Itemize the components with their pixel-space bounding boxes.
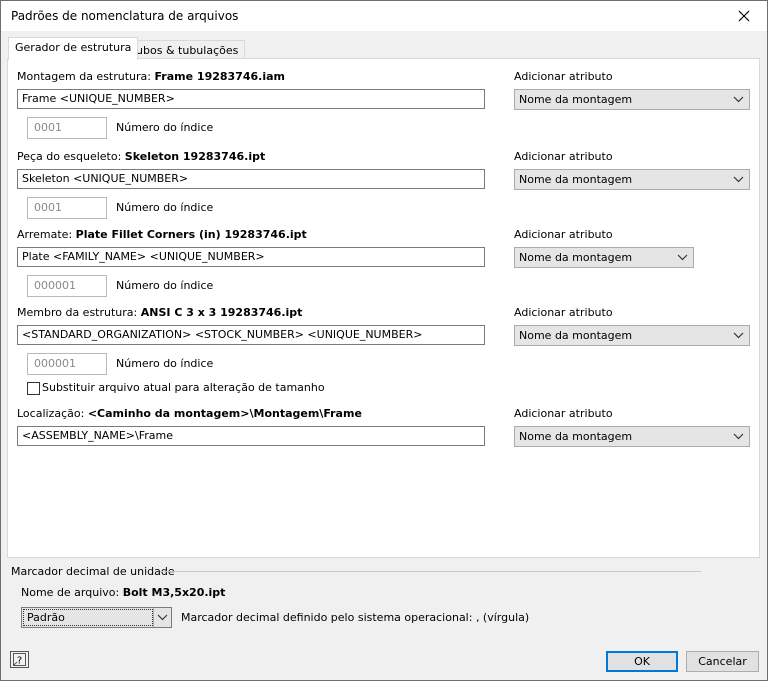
skeleton-part-label: Peça do esqueleto: Skeleton 19283746.ipt — [17, 150, 265, 163]
field-preview: ANSI C 3 x 3 19283746.ipt — [140, 306, 303, 319]
add-attribute-label: Adicionar atributo — [514, 228, 613, 241]
location-attribute-select[interactable]: Nome da montagem — [514, 426, 750, 447]
add-attribute-label: Adicionar atributo — [514, 407, 613, 420]
field-label: Arremate: — [17, 228, 73, 241]
chevron-down-icon — [733, 332, 744, 339]
ok-button[interactable]: OK — [606, 651, 678, 672]
chevron-down-icon — [677, 254, 688, 261]
location-pattern-input[interactable]: <ASSEMBLY_NAME>\Frame — [17, 426, 485, 446]
trim-attribute-select[interactable]: Nome da montagem — [514, 247, 694, 268]
svg-text:?: ? — [17, 656, 22, 667]
frame-member-pattern-input[interactable]: <STANDARD_ORGANIZATION> <STOCK_NUMBER> <… — [17, 325, 485, 345]
chevron-down-icon — [157, 614, 168, 621]
skeleton-part-attribute-select[interactable]: Nome da montagem — [514, 169, 750, 190]
tab-gerador-de-estrutura[interactable]: Gerador de estrutura — [8, 37, 139, 60]
decimal-filename-label: Nome de arquivo: Bolt M3,5x20.ipt — [21, 586, 225, 599]
decimal-marker-group-label: Marcador decimal de unidade — [11, 565, 175, 578]
frame-member-label: Membro da estrutura: ANSI C 3 x 3 192837… — [17, 306, 302, 319]
frame-assembly-attribute-select[interactable]: Nome da montagem — [514, 89, 750, 110]
index-label: Número do índice — [116, 201, 214, 214]
field-preview: Bolt M3,5x20.ipt — [122, 586, 226, 599]
index-label: Número do índice — [116, 121, 214, 134]
close-button[interactable] — [721, 1, 767, 31]
chevron-down-icon — [733, 96, 744, 103]
location-label: Localização: <Caminho da montagem>\Monta… — [17, 407, 362, 420]
skeleton-part-index-input[interactable]: 0001 — [27, 197, 107, 219]
dropdown-button[interactable] — [153, 608, 171, 627]
select-value: Nome da montagem — [519, 251, 633, 264]
field-label: Nome de arquivo: — [21, 586, 120, 599]
group-divider — [160, 571, 701, 572]
title-bar: Padrões de nomenclatura de arquivos — [1, 1, 767, 31]
field-label: Membro da estrutura: — [17, 306, 138, 319]
field-preview: <Caminho da montagem>\Montagem\Frame — [87, 407, 362, 420]
field-preview: Frame 19283746.iam — [154, 70, 285, 83]
decimal-marker-select[interactable]: Padrão — [21, 607, 172, 628]
add-attribute-label: Adicionar atributo — [514, 70, 613, 83]
decimal-marker-info: Marcador decimal definido pelo sistema o… — [181, 611, 530, 624]
add-attribute-label: Adicionar atributo — [514, 150, 613, 163]
help-icon: ? — [13, 653, 26, 666]
field-preview: Skeleton 19283746.ipt — [124, 150, 266, 163]
trim-index-input[interactable]: 000001 — [27, 275, 107, 297]
frame-assembly-index-input[interactable]: 0001 — [27, 117, 107, 139]
skeleton-part-pattern-input[interactable]: Skeleton <UNIQUE_NUMBER> — [17, 169, 485, 189]
frame-member-index-input[interactable]: 000001 — [27, 353, 107, 375]
field-label: Localização: — [17, 407, 85, 420]
trim-label: Arremate: Plate Fillet Corners (in) 1928… — [17, 228, 307, 241]
trim-pattern-input[interactable]: Plate <FAMILY_NAME> <UNIQUE_NUMBER> — [17, 247, 485, 267]
select-value: Nome da montagem — [519, 430, 633, 443]
replace-file-checkbox-label[interactable]: Substituir arquivo atual para alteração … — [42, 381, 325, 394]
replace-file-checkbox[interactable] — [27, 382, 40, 395]
index-label: Número do índice — [116, 357, 214, 370]
chevron-down-icon — [733, 176, 744, 183]
frame-assembly-pattern-input[interactable]: Frame <UNIQUE_NUMBER> — [17, 89, 485, 109]
add-attribute-label: Adicionar atributo — [514, 306, 613, 319]
frame-assembly-label: Montagem da estrutura: Frame 19283746.ia… — [17, 70, 285, 83]
field-preview: Plate Fillet Corners (in) 19283746.ipt — [75, 228, 307, 241]
frame-member-attribute-select[interactable]: Nome da montagem — [514, 325, 750, 346]
field-label: Peça do esqueleto: — [17, 150, 122, 163]
select-value: Padrão — [27, 611, 65, 624]
cancel-button[interactable]: Cancelar — [686, 651, 759, 672]
field-label: Montagem da estrutura: — [17, 70, 151, 83]
select-value: Nome da montagem — [519, 173, 633, 186]
chevron-down-icon — [733, 433, 744, 440]
help-button[interactable]: ? — [10, 651, 29, 668]
index-label: Número do índice — [116, 279, 214, 292]
dialog-title: Padrões de nomenclatura de arquivos — [11, 9, 239, 23]
select-value: Nome da montagem — [519, 93, 633, 106]
close-icon — [738, 10, 750, 22]
select-value: Nome da montagem — [519, 329, 633, 342]
